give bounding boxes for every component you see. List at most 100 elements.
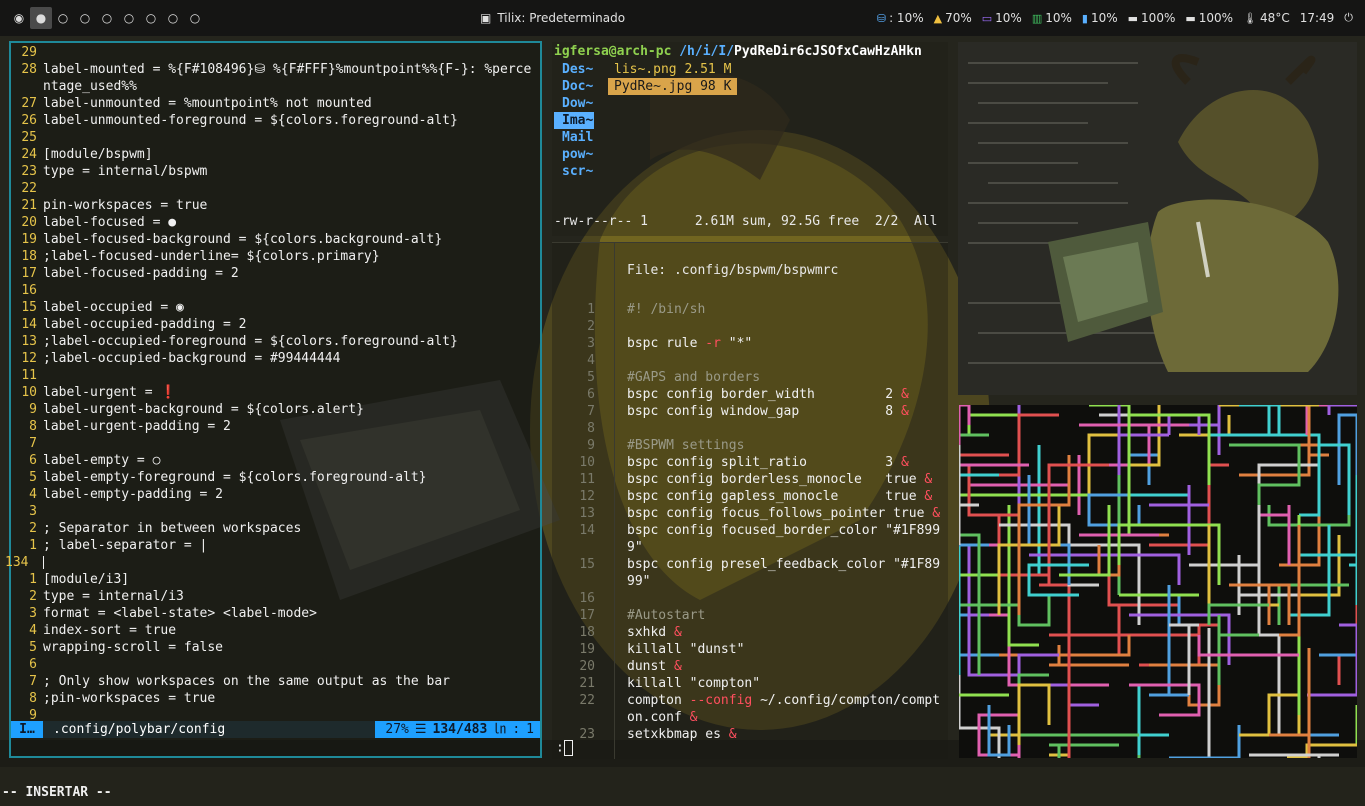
vim-line[interactable]: 24 [module/bspwm]: [11, 146, 540, 163]
vim-line[interactable]: 16: [11, 282, 540, 299]
pager-prompt[interactable]: :: [556, 740, 573, 756]
code-text: bspc config split_ratio 3 &: [627, 454, 909, 471]
vim-line[interactable]: 5 wrapping-scroll = false: [11, 639, 540, 656]
vim-line[interactable]: 23 type = internal/bspwm: [11, 163, 540, 180]
module-battery2: ▬ 100%: [1185, 11, 1233, 25]
ranger-file-manager[interactable]: igfersa@arch-pc /h/i/I/PydReDir6cJSOfxCa…: [552, 42, 948, 236]
workspace-4[interactable]: ○: [74, 7, 96, 29]
workspace-1[interactable]: ◉: [8, 7, 30, 29]
vim-line[interactable]: 5 label-empty-foreground = ${colors.foreg…: [11, 469, 540, 486]
line-text: label-urgent-padding = 2: [43, 419, 231, 434]
ranger-dir-item[interactable]: Dow~: [554, 95, 594, 112]
vim-line[interactable]: 15 label-occupied = ◉: [11, 299, 540, 316]
module-value: 17:49: [1299, 11, 1335, 25]
file-name: lis~.png: [614, 62, 685, 77]
workspace-5[interactable]: ○: [96, 7, 118, 29]
file-viewer-pane[interactable]: File: .config/bspwm/bspwmrc 1 #! /bin/sh 2…: [552, 242, 948, 759]
battery-icon: ▮: [1081, 11, 1088, 25]
vim-line[interactable]: 19 label-focused-background = ${colors.ba…: [11, 231, 540, 248]
vim-line[interactable]: 8 label-urgent-padding = 2: [11, 418, 540, 435]
line-number: 24: [21, 147, 37, 162]
vim-line[interactable]: 28 label-mounted = %{F#108496}⛁ %{F#FFF}%…: [11, 61, 540, 78]
maze-path: [959, 435, 979, 467]
vim-line[interactable]: 134: [5, 554, 540, 571]
vim-line[interactable]: 6 label-empty = ○: [11, 452, 540, 469]
vim-line[interactable]: 29: [11, 44, 540, 61]
vim-line[interactable]: 7 ; Only show workspaces on the same outp…: [11, 673, 540, 690]
vim-line[interactable]: 3: [11, 503, 540, 520]
file-content[interactable]: 1 #! /bin/sh 2 3 bspc rule -r "*" 4 5 #GAPS and…: [579, 301, 949, 759]
code-text: #BSPWM settings: [627, 437, 744, 454]
vim-line[interactable]: 25: [11, 129, 540, 146]
module-power[interactable]: ⏻: [1344, 11, 1353, 25]
vim-line[interactable]: 7: [11, 435, 540, 452]
line-text: label-focused = ●: [43, 215, 177, 230]
vim-line[interactable]: 18 ;label-focused-underline= ${colors.pri…: [11, 248, 540, 265]
code-line: 4: [587, 352, 1015, 369]
ranger-dir-item[interactable]: Doc~: [554, 78, 594, 95]
vim-line[interactable]: 22: [11, 180, 540, 197]
vim-line[interactable]: 9 label-urgent-background = ${colors.aler…: [11, 401, 540, 418]
workspace-8[interactable]: ○: [162, 7, 184, 29]
code-line: 12 bspc config gapless_monocle true &: [579, 488, 1015, 505]
ranger-dir-item[interactable]: Mail: [554, 129, 594, 146]
vim-line[interactable]: 17 label-focused-padding = 2: [11, 265, 540, 282]
workspace-9[interactable]: ○: [184, 7, 206, 29]
ranger-dir-item[interactable]: pow~: [554, 146, 594, 163]
line-number: 26: [21, 113, 37, 128]
workspace-6[interactable]: ○: [118, 7, 140, 29]
vim-line[interactable]: 12 ;label-occupied-background = #99444444: [11, 350, 540, 367]
workspace-switcher: ◉ ● ○ ○ ○ ○ ○ ○ ○: [8, 0, 206, 36]
vim-line[interactable]: 21 pin-workspaces = true: [11, 197, 540, 214]
vim-buffer[interactable]: 29 28 label-mounted = %{F#108496}⛁ %{F#FFF…: [5, 44, 540, 724]
code-text: killall "dunst": [627, 641, 744, 658]
vim-line[interactable]: 20 label-focused = ●: [11, 214, 540, 231]
vim-line[interactable]: 14 label-occupied-padding = 2: [11, 316, 540, 333]
ranger-dir-item[interactable]: Des~: [554, 61, 594, 78]
line-number: 7: [29, 674, 37, 689]
line-number: 9: [29, 402, 37, 417]
cpu-icon: ▭: [981, 11, 993, 25]
ranger-file-item[interactable]: lis~.png 2.51 M: [608, 61, 737, 78]
vim-line[interactable]: 1 [module/i3]: [11, 571, 540, 588]
vim-line[interactable]: ntage_used%%: [11, 78, 540, 95]
code-line: 7 bspc config window_gap 8 &: [587, 403, 1015, 420]
vim-line[interactable]: 4 label-empty-padding = 2: [11, 486, 540, 503]
vim-line[interactable]: 4 index-sort = true: [11, 622, 540, 639]
workspace-3[interactable]: ○: [52, 7, 74, 29]
code-line: 16: [579, 590, 1015, 607]
code-token: sxhkd: [627, 625, 674, 640]
code-line: 3 bspc rule -r "*": [587, 335, 1015, 352]
ranger-dir-item[interactable]: Ima~: [554, 112, 594, 129]
line-number: 19: [21, 232, 37, 247]
vim-line[interactable]: 8 ;pin-workspaces = true: [11, 690, 540, 707]
vim-line[interactable]: 11: [11, 367, 540, 384]
module-battery-full: ▬ 100%: [1128, 11, 1176, 25]
ranger-file-item[interactable]: PydRe~.jpg 98 K: [608, 78, 738, 95]
workspace-7[interactable]: ○: [140, 7, 162, 29]
vim-line[interactable]: 13 ;label-occupied-foreground = ${colors.…: [11, 333, 540, 350]
vim-mode-indicator: I…: [11, 721, 43, 738]
workspace-indicator: ○: [123, 11, 135, 25]
line-text: type = internal/i3: [43, 589, 184, 604]
line-number: 10: [579, 455, 595, 470]
vim-line[interactable]: 2 ; Separator in between workspaces: [11, 520, 540, 537]
code-text: on.conf &: [627, 709, 697, 726]
maze-path: [1127, 433, 1159, 485]
vim-editor-pane[interactable]: 29 28 label-mounted = %{F#108496}⛁ %{F#FFF…: [2, 41, 542, 800]
vim-line[interactable]: 3 format = <label-state> <label-mode>: [11, 605, 540, 622]
workspace-2[interactable]: ●: [30, 7, 52, 29]
vim-line[interactable]: 10 label-urgent = ❗: [11, 384, 540, 401]
line-number: 20: [579, 659, 595, 674]
line-number: 3: [587, 336, 595, 351]
code-token: bspc config gapless_monocle true: [627, 489, 925, 504]
vim-line[interactable]: 27 label-unmounted = %mountpoint% not mou…: [11, 95, 540, 112]
ranger-dir-item[interactable]: scr~: [554, 163, 594, 180]
vim-line[interactable]: 26 label-unmounted-foreground = ${colors.…: [11, 112, 540, 129]
file-header: File: .config/bspwm/bspwmrc: [614, 243, 949, 301]
vim-line-position: 134/483: [432, 722, 488, 737]
vim-line[interactable]: 2 type = internal/i3: [11, 588, 540, 605]
vim-line[interactable]: 6: [11, 656, 540, 673]
workspace-indicator: ●: [35, 11, 47, 25]
vim-line[interactable]: 1 ; label-separator = |: [11, 537, 540, 554]
